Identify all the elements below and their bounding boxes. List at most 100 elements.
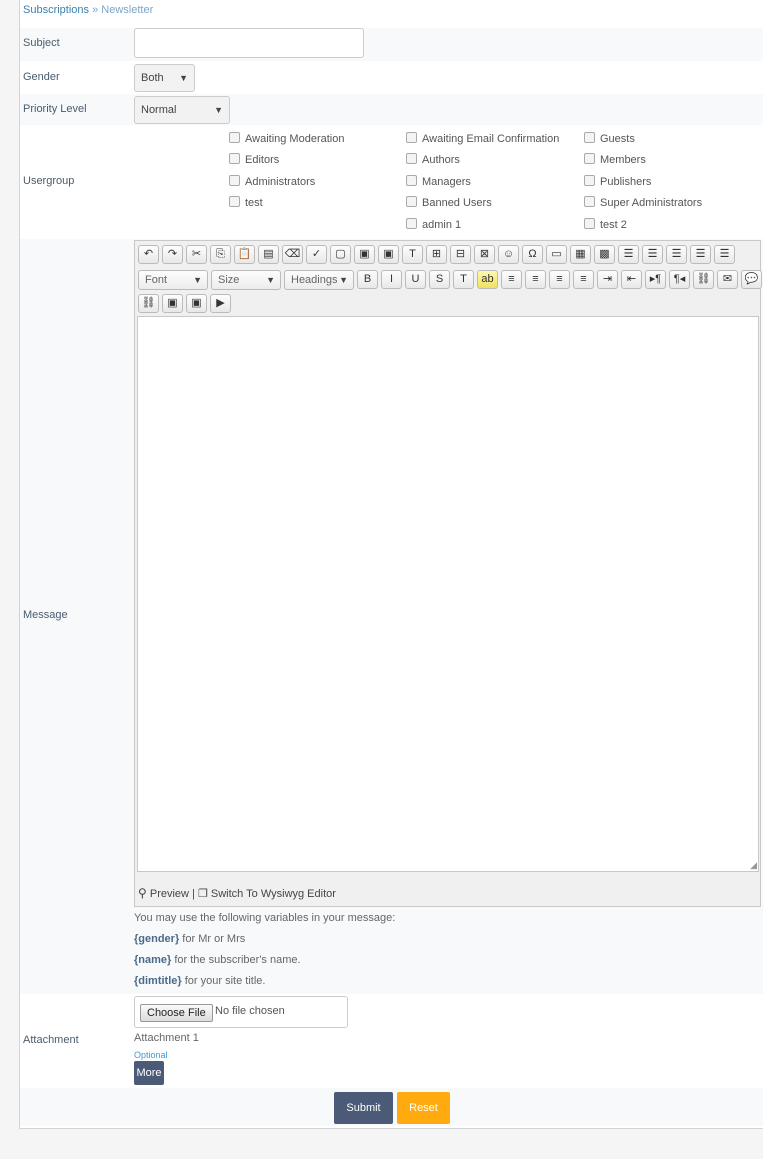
select-all-icon[interactable]: ▢ xyxy=(330,245,351,264)
spellcheck-icon[interactable]: ✓ xyxy=(306,245,327,264)
source-icon[interactable]: ▭ xyxy=(546,245,567,264)
strikethrough-icon[interactable]: S xyxy=(429,270,450,289)
reset-button[interactable]: Reset xyxy=(397,1092,450,1124)
image-icon[interactable]: ▣ xyxy=(354,245,375,264)
numbered-list-icon[interactable]: ☰ xyxy=(690,245,711,264)
rtl-icon[interactable]: ¶◂ xyxy=(669,270,690,289)
breadcrumb: Subscriptions » Newsletter xyxy=(23,4,153,16)
usergroup-option[interactable]: Guests xyxy=(584,132,635,145)
align-right-icon[interactable]: ≡ xyxy=(549,270,570,289)
eraser-icon[interactable]: ⌫ xyxy=(282,245,303,264)
usergroup-option[interactable]: Administrators xyxy=(229,175,315,188)
switch-wysiwyg-link[interactable]: Switch To Wysiwyg Editor xyxy=(211,888,336,900)
smiley-icon[interactable]: ☺ xyxy=(498,245,519,264)
video-icon[interactable]: ▶ xyxy=(210,294,231,313)
choose-file-button[interactable]: Choose File xyxy=(140,1004,213,1022)
underline-icon[interactable]: U xyxy=(405,270,426,289)
bullet-list-icon[interactable]: ☰ xyxy=(714,245,735,264)
block-icon[interactable]: ▩ xyxy=(594,245,615,264)
ordered-list-icon[interactable]: ☰ xyxy=(618,245,639,264)
ltr-icon[interactable]: ▸¶ xyxy=(645,270,666,289)
more-button[interactable]: More xyxy=(134,1061,164,1085)
special-char-icon[interactable]: Ω xyxy=(522,245,543,264)
breadcrumb-subscriptions-link[interactable]: Subscriptions xyxy=(23,4,89,16)
link-icon[interactable]: ⛓ xyxy=(693,270,714,289)
table-column-icon[interactable]: ⊟ xyxy=(450,245,471,264)
font-dropdown-label: Font xyxy=(145,274,168,286)
gender-select[interactable]: Both ▼ xyxy=(134,64,195,92)
resize-handle-icon[interactable]: ◢ xyxy=(750,861,757,870)
submit-button[interactable]: Submit xyxy=(334,1092,393,1124)
bold-icon[interactable]: B xyxy=(357,270,378,289)
checkbox[interactable] xyxy=(406,196,417,207)
italic-icon[interactable]: I xyxy=(381,270,402,289)
table-delete-icon[interactable]: ⊠ xyxy=(474,245,495,264)
checkbox[interactable] xyxy=(406,153,417,164)
usergroup-option[interactable]: Banned Users xyxy=(406,196,492,209)
copy-icon[interactable]: ⎘ xyxy=(210,245,231,264)
align-left-icon[interactable]: ≡ xyxy=(501,270,522,289)
unlink-icon[interactable]: ⛓ xyxy=(138,294,159,313)
unordered-list-icon[interactable]: ☰ xyxy=(642,245,663,264)
usergroup-option[interactable]: test xyxy=(229,196,263,209)
usergroup-option[interactable]: admin 1 xyxy=(406,218,461,231)
paste-text-icon[interactable]: ▤ xyxy=(258,245,279,264)
image-insert-icon[interactable]: ▣ xyxy=(378,245,399,264)
breadcrumb-separator: » xyxy=(92,4,99,16)
template-icon[interactable]: ▦ xyxy=(570,245,591,264)
indent-icon[interactable]: ⇥ xyxy=(597,270,618,289)
undo-icon[interactable]: ↶ xyxy=(138,245,159,264)
usergroup-option[interactable]: Publishers xyxy=(584,175,651,188)
usergroup-option[interactable]: Awaiting Moderation xyxy=(229,132,344,145)
image-gallery-icon[interactable]: ▣ xyxy=(162,294,183,313)
checkbox[interactable] xyxy=(584,175,595,186)
usergroup-option[interactable]: Managers xyxy=(406,175,471,188)
preview-link[interactable]: Preview xyxy=(150,888,189,900)
justify-icon[interactable]: ≡ xyxy=(573,270,594,289)
priority-select[interactable]: Normal ▼ xyxy=(134,96,230,124)
checkbox[interactable] xyxy=(229,196,240,207)
comment-icon[interactable]: 💬 xyxy=(741,270,762,289)
chevron-down-icon: ▼ xyxy=(339,275,348,285)
chevron-down-icon: ▼ xyxy=(266,275,275,285)
usergroup-option[interactable]: Awaiting Email Confirmation xyxy=(406,132,559,145)
checkbox[interactable] xyxy=(406,175,417,186)
outdent-icon[interactable]: ⇤ xyxy=(621,270,642,289)
gender-select-value: Both xyxy=(141,72,164,84)
text-color-icon[interactable]: T xyxy=(453,270,474,289)
variable-tag: {gender} xyxy=(134,933,180,945)
message-textarea[interactable]: ◢ xyxy=(137,316,759,872)
table-insert-icon[interactable]: T xyxy=(402,245,423,264)
attachment-file-input[interactable]: Choose File No file chosen xyxy=(134,996,348,1028)
size-dropdown[interactable]: Size ▼ xyxy=(211,270,281,290)
email-icon[interactable]: ✉ xyxy=(717,270,738,289)
checkbox[interactable] xyxy=(229,132,240,143)
chevron-down-icon: ▼ xyxy=(193,275,202,285)
checkbox[interactable] xyxy=(229,175,240,186)
usergroup-option[interactable]: Members xyxy=(584,153,646,166)
align-center-icon[interactable]: ≡ xyxy=(525,270,546,289)
highlight-icon[interactable]: ab xyxy=(477,270,498,289)
table-row-icon[interactable]: ⊞ xyxy=(426,245,447,264)
checkbox[interactable] xyxy=(229,153,240,164)
usergroup-option[interactable]: Super Administrators xyxy=(584,196,702,209)
paste-icon[interactable]: 📋 xyxy=(234,245,255,264)
checklist-icon[interactable]: ☰ xyxy=(666,245,687,264)
redo-icon[interactable]: ↷ xyxy=(162,245,183,264)
checkbox[interactable] xyxy=(406,132,417,143)
subject-input[interactable] xyxy=(134,28,364,58)
cut-icon[interactable]: ✂ xyxy=(186,245,207,264)
checkbox[interactable] xyxy=(406,218,417,229)
usergroup-option[interactable]: Authors xyxy=(406,153,460,166)
checkbox[interactable] xyxy=(584,153,595,164)
font-dropdown[interactable]: Font ▼ xyxy=(138,270,208,290)
checkbox[interactable] xyxy=(584,196,595,207)
checkbox[interactable] xyxy=(584,218,595,229)
headings-dropdown[interactable]: Headings ▼ xyxy=(284,270,354,290)
gender-row: Gender Both ▼ xyxy=(20,62,763,94)
search-icon: ⚲ xyxy=(138,886,147,900)
checkbox[interactable] xyxy=(584,132,595,143)
usergroup-option[interactable]: Editors xyxy=(229,153,279,166)
media-icon[interactable]: ▣ xyxy=(186,294,207,313)
usergroup-option[interactable]: test 2 xyxy=(584,218,627,231)
